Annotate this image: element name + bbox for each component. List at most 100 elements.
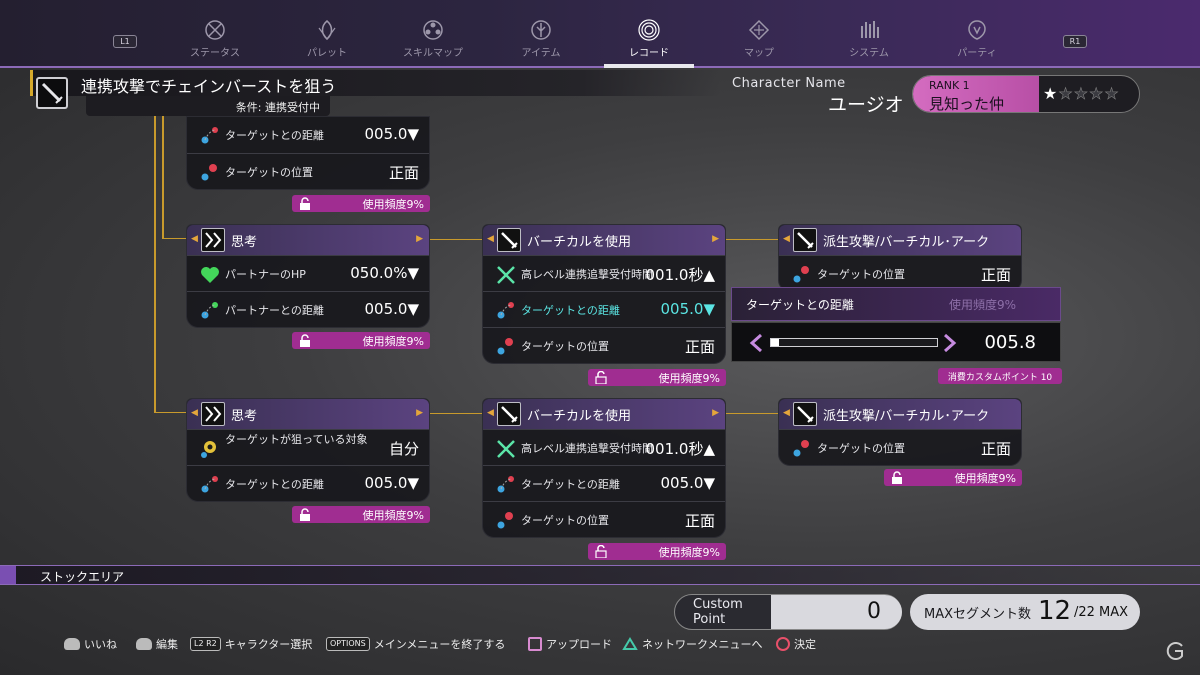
node-header[interactable]: ◀ 思考 ▶ — [187, 399, 429, 429]
max-segment-label: MAXセグメント数 — [924, 607, 1032, 622]
node-row[interactable]: ターゲットが狙っている対象 自分 — [187, 429, 429, 465]
flow-line — [430, 413, 482, 414]
row-label: ターゲットとの距離 — [225, 478, 324, 491]
arrow-right-icon: ▶ — [416, 408, 423, 418]
control-exit-menu[interactable]: OPTIONS メインメニューを終了する — [326, 636, 505, 652]
edit-frequency: 使用頻度9% — [948, 298, 1016, 312]
node-row[interactable]: ターゲットの位置 正面 — [779, 255, 1021, 291]
node-title: 派生攻撃/バーチカル･アーク — [823, 235, 990, 250]
node-thinking-2[interactable]: ◀ 思考 ▶ ターゲットが狙っている対象 自分 ターゲットとの距離 005.0▼ — [186, 398, 430, 502]
node-vertical-1[interactable]: ◀ バーチカルを使用 ▶ 高レベル連携追撃受付時間 001.0秒▲ ターゲットと… — [482, 224, 726, 364]
tab-party[interactable]: パーティ — [932, 18, 1022, 62]
row-value: 自分 — [388, 440, 419, 458]
rank-name: 見知った仲 — [929, 95, 1005, 113]
l3-stick-icon — [64, 638, 80, 650]
tab-label: パーティ — [957, 48, 997, 59]
increase-arrow-icon[interactable] — [942, 333, 958, 353]
position-icon — [497, 512, 513, 529]
sword-icon — [497, 402, 521, 426]
edit-condition-header: ターゲットとの距離 使用頻度9% — [731, 287, 1061, 321]
node-vertical-2[interactable]: ◀ バーチカルを使用 ▶ 高レベル連携追撃受付時間 001.0秒▲ ターゲットと… — [482, 398, 726, 538]
tab-skillmap[interactable]: スキルマップ — [388, 18, 478, 62]
lock-icon — [300, 334, 310, 347]
custom-point-value: 0 — [867, 599, 881, 624]
row-label: ターゲットの位置 — [817, 268, 905, 281]
node-derived-attack-1[interactable]: ◀ 派生攻撃/バーチカル･アーク ターゲットの位置 正面 — [778, 224, 1022, 292]
sword-icon — [36, 77, 68, 109]
value-slider[interactable]: 005.8 — [731, 322, 1061, 362]
node-header[interactable]: ◀ バーチカルを使用 ▶ — [483, 225, 725, 255]
star-icon: ★ — [1043, 84, 1059, 103]
l1-button[interactable]: L1 — [113, 35, 137, 48]
node-title: 派生攻撃/バーチカル･アーク — [823, 409, 990, 424]
node-row[interactable]: ターゲットとの距離 005.0▼ — [483, 465, 725, 501]
control-like[interactable]: いいね — [64, 636, 117, 652]
party-icon — [968, 20, 986, 40]
max-segment-pill: MAXセグメント数 12 /22 MAX — [910, 594, 1140, 630]
node-row[interactable]: 高レベル連携追撃受付時間 001.0秒▲ — [483, 255, 725, 291]
node-derived-attack-2[interactable]: ◀ 派生攻撃/バーチカル･アーク ターゲットの位置 正面 — [778, 398, 1022, 466]
custom-point-pill: Custom Point 0 — [674, 594, 902, 630]
arrow-right-icon: ▶ — [712, 408, 719, 418]
tab-map[interactable]: マップ — [714, 18, 804, 62]
tab-item[interactable]: アイテム — [496, 18, 586, 62]
node-row-selected[interactable]: ターゲットとの距離 005.0▼ — [483, 291, 725, 327]
position-icon — [497, 338, 513, 355]
r3-stick-icon — [136, 638, 152, 650]
tab-label: ステータス — [190, 48, 240, 59]
row-label: ターゲットとの距離 — [521, 304, 620, 317]
status-icon — [205, 20, 225, 40]
stock-area[interactable]: ストックエリア — [0, 565, 1200, 585]
tab-palette[interactable]: パレット — [282, 18, 372, 62]
control-character-select[interactable]: L2 R2 キャラクター選択 — [190, 636, 312, 652]
usage-frequency-badge: 使用頻度9% — [588, 543, 726, 560]
position-icon — [793, 440, 809, 457]
node-row[interactable]: ターゲットの位置 正面 — [483, 327, 725, 363]
node-header[interactable]: ◀ 派生攻撃/バーチカル･アーク — [779, 225, 1021, 255]
tab-label: パレット — [307, 48, 347, 59]
node-condition-partial[interactable]: ターゲットとの距離 005.0▼ ターゲットの位置 正面 — [186, 116, 430, 190]
arrow-left-icon: ◀ — [191, 408, 198, 418]
node-row[interactable]: ターゲットの位置 正面 — [187, 153, 429, 189]
row-label: ターゲットとの距離 — [225, 129, 324, 142]
node-row[interactable]: ターゲットの位置 正面 — [483, 501, 725, 537]
r1-button[interactable]: R1 — [1063, 35, 1087, 48]
custom-point-label-2: Point — [693, 612, 726, 627]
node-header[interactable]: ◀ 派生攻撃/バーチカル･アーク — [779, 399, 1021, 429]
node-header[interactable]: ◀ バーチカルを使用 ▶ — [483, 399, 725, 429]
node-thinking-1[interactable]: ◀ 思考 ▶ パートナーのHP 050.0%▼ パートナーとの距離 005.0▼ — [186, 224, 430, 328]
rank-stars: ★★★★★ — [1043, 84, 1120, 104]
flow-line — [726, 239, 778, 240]
slider-track[interactable] — [770, 338, 938, 347]
skillmap-icon — [423, 20, 443, 40]
node-title: バーチカルを使用 — [527, 235, 632, 250]
usage-frequency-badge: 使用頻度9% — [292, 195, 430, 212]
control-confirm[interactable]: 決定 — [776, 636, 816, 652]
distance-icon — [497, 476, 514, 493]
control-upload[interactable]: アップロード — [528, 636, 612, 652]
node-row[interactable]: パートナーとの距離 005.0▼ — [187, 291, 429, 327]
row-label: ターゲットの位置 — [817, 442, 905, 455]
node-row[interactable]: パートナーのHP 050.0%▼ — [187, 255, 429, 291]
arrow-left-icon: ◀ — [487, 234, 494, 244]
node-row[interactable]: ターゲットとの距離 005.0▼ — [187, 117, 429, 153]
tab-status[interactable]: ステータス — [170, 18, 260, 62]
circle-button-icon — [776, 637, 790, 651]
node-row[interactable]: 高レベル連携追撃受付時間 001.0秒▲ — [483, 429, 725, 465]
node-header[interactable]: ◀ 思考 ▶ — [187, 225, 429, 255]
control-edit[interactable]: 編集 — [136, 636, 178, 652]
node-row[interactable]: ターゲットの位置 正面 — [779, 429, 1021, 465]
tab-system[interactable]: システム — [824, 18, 914, 62]
position-icon — [793, 266, 809, 283]
row-label: ターゲットの位置 — [521, 340, 609, 353]
item-icon — [531, 20, 551, 40]
arrow-right-icon: ▶ — [416, 234, 423, 244]
decrease-arrow-icon[interactable] — [748, 333, 764, 353]
heart-icon — [201, 267, 219, 283]
node-row[interactable]: ターゲットとの距離 005.0▼ — [187, 465, 429, 501]
tab-record[interactable]: レコード — [594, 0, 704, 68]
row-value: 001.0秒▲ — [645, 266, 715, 284]
control-network-menu[interactable]: ネットワークメニューへ — [622, 636, 763, 652]
distance-icon — [497, 302, 514, 319]
arrow-right-icon: ▶ — [712, 234, 719, 244]
